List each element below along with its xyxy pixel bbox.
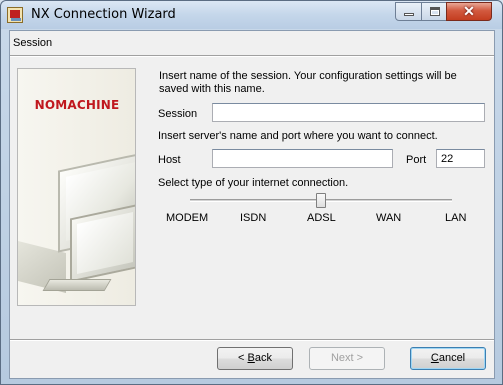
- server-intro-text: Insert server's name and port where you …: [158, 130, 438, 142]
- cancel-button-accel: C: [430, 352, 439, 364]
- nx-app-icon: [7, 7, 23, 23]
- window-title: NX Connection Wizard: [31, 7, 176, 22]
- back-button-prefix: <: [238, 352, 248, 364]
- session-label: Session: [158, 108, 198, 120]
- connection-intro-text: Select type of your internet connection.: [158, 177, 349, 189]
- port-label: Port: [406, 154, 427, 166]
- host-input[interactable]: [212, 149, 393, 168]
- wizard-content: Session NOMACHINE Insert name of the ses…: [9, 30, 495, 379]
- minimize-button[interactable]: [395, 2, 422, 21]
- monitor-illustration-2: [70, 203, 135, 283]
- host-label: Host: [158, 154, 181, 166]
- close-icon: ✕: [463, 3, 475, 19]
- button-separator: [10, 339, 494, 341]
- title-bar[interactable]: NX Connection Wizard ✕: [1, 1, 502, 29]
- cancel-button[interactable]: Cancel: [410, 347, 486, 370]
- back-button-accel: B: [247, 352, 255, 364]
- connection-speed-slider-thumb[interactable]: [316, 193, 326, 208]
- cancel-button-label: ancel: [438, 352, 466, 364]
- session-name-input[interactable]: [212, 103, 485, 122]
- slider-label-isdn: ISDN: [240, 212, 267, 224]
- minimize-icon: [404, 13, 414, 16]
- close-button[interactable]: ✕: [446, 2, 492, 21]
- section-title: Session: [13, 37, 53, 49]
- slider-label-wan: WAN: [376, 212, 402, 224]
- back-button[interactable]: < Back: [217, 347, 293, 370]
- wizard-window: NX Connection Wizard ✕ Session NOMACHINE…: [0, 0, 503, 385]
- keyboard-illustration: [42, 279, 112, 291]
- session-intro-text: Insert name of the session. Your configu…: [159, 70, 457, 95]
- slider-label-modem: MODEM: [166, 212, 209, 224]
- back-button-label: ack: [254, 352, 272, 364]
- slider-label-lan: LAN: [445, 212, 467, 224]
- next-button[interactable]: Next >: [309, 347, 385, 370]
- wizard-side-image: NOMACHINE: [17, 68, 136, 306]
- maximize-icon: [430, 7, 440, 16]
- section-header: Session: [10, 31, 494, 57]
- slider-label-adsl: ADSL: [307, 212, 336, 224]
- port-input[interactable]: [436, 149, 485, 168]
- nomachine-logo: NOMACHINE: [34, 98, 120, 112]
- maximize-button[interactable]: [421, 2, 447, 21]
